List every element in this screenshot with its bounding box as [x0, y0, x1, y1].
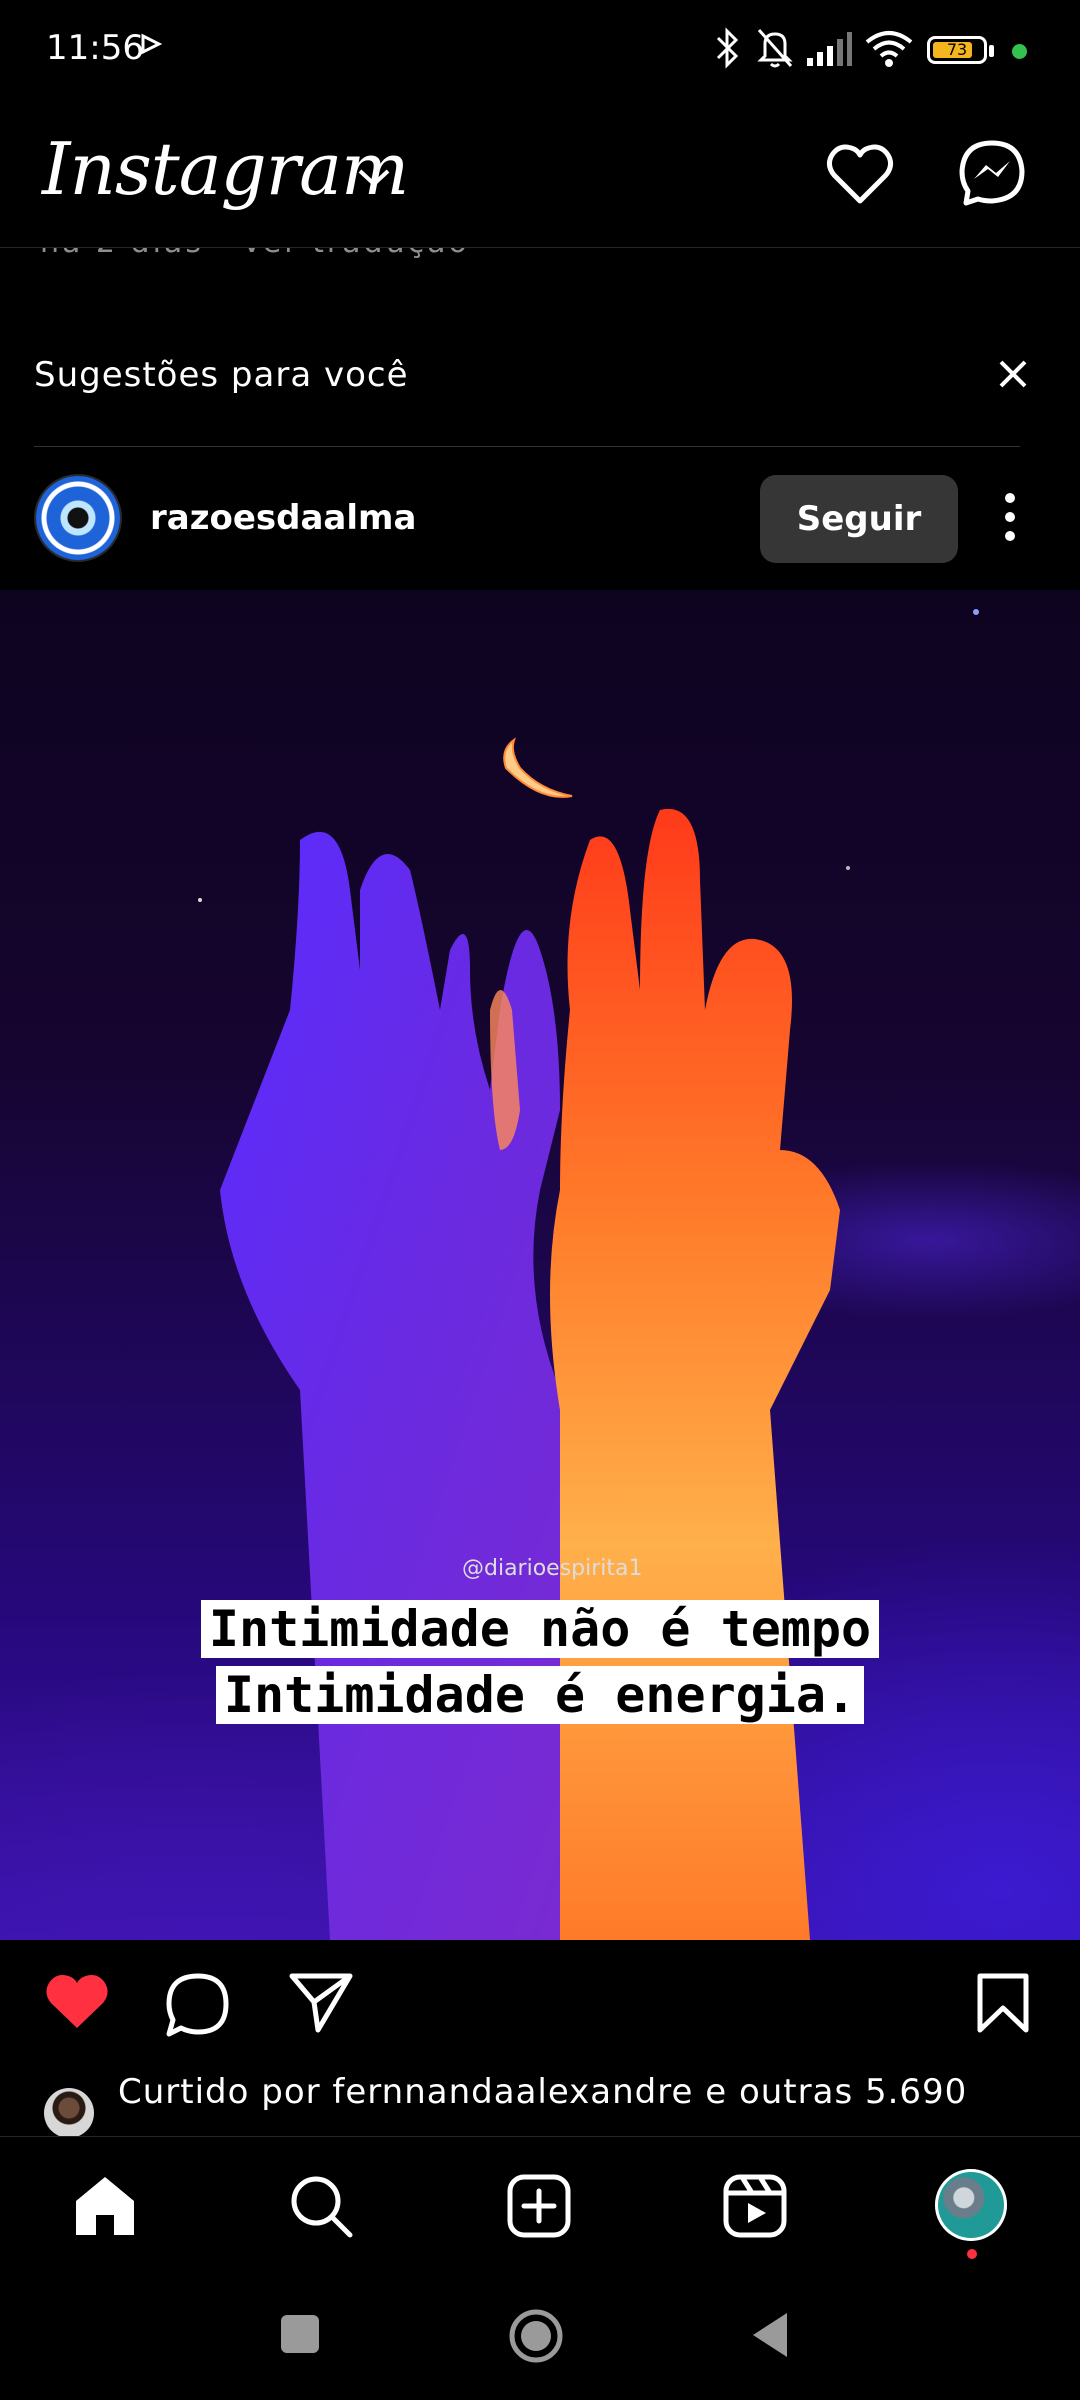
close-icon[interactable]: [997, 358, 1029, 394]
notification-dot: [967, 2249, 977, 2259]
share-button[interactable]: [288, 1972, 354, 2038]
chevron-down-icon[interactable]: [356, 165, 392, 193]
mute-icon: [755, 26, 795, 76]
divider: [34, 446, 1020, 447]
reels-icon[interactable]: [722, 2173, 788, 2243]
image-watermark: @diarioespirita1: [462, 1556, 643, 1581]
signal-icon: [805, 26, 853, 76]
more-vertical-icon[interactable]: [1004, 492, 1016, 546]
home-icon[interactable]: [72, 2173, 138, 2243]
post-image[interactable]: @diarioespirita1 Intimidade não é tempo …: [0, 590, 1080, 1940]
image-caption-line1: Intimidade não é tempo: [0, 1600, 1080, 1658]
status-time: 11:56: [46, 28, 144, 68]
warm-hand: [550, 808, 840, 1940]
privacy-indicator-dot: [1012, 44, 1027, 59]
cool-hand: [220, 831, 590, 1940]
star: [973, 609, 979, 615]
crescent-moon: [503, 737, 573, 798]
likes-text[interactable]: Curtido por fernnandaalexandre e outras …: [118, 2072, 967, 2112]
status-bar: 11:56 73: [0, 0, 1080, 105]
comment-icon: [166, 1973, 229, 2037]
liked-by-avatar[interactable]: [44, 2088, 94, 2138]
create-icon[interactable]: [506, 2173, 572, 2243]
send-icon: [289, 1973, 353, 2033]
battery-tip: [989, 45, 994, 57]
heart-icon[interactable]: [826, 141, 894, 211]
battery-level: 73: [946, 40, 968, 59]
comment-button[interactable]: [165, 1972, 231, 2042]
search-icon[interactable]: [288, 2173, 354, 2243]
profile-avatar[interactable]: [935, 2169, 1007, 2241]
heart-filled-icon: [46, 1975, 108, 2028]
recents-button[interactable]: [281, 2315, 319, 2353]
post-illustration: [198, 609, 1080, 1940]
messenger-icon[interactable]: [958, 139, 1026, 211]
follow-button[interactable]: Seguir: [760, 475, 958, 563]
image-caption-line2: Intimidade é energia.: [0, 1666, 1080, 1724]
like-button[interactable]: [44, 1972, 110, 2036]
post-avatar[interactable]: [36, 476, 120, 560]
back-button[interactable]: [749, 2310, 791, 2364]
instagram-logo[interactable]: Instagram: [42, 127, 409, 211]
wifi-icon: [864, 26, 914, 76]
post-username[interactable]: razoesdaalma: [150, 498, 416, 538]
suggestions-title: Sugestões para você: [34, 355, 409, 395]
bluetooth-icon: [712, 26, 742, 76]
bookmark-icon: [977, 1973, 1029, 2033]
cast-icon: [140, 32, 163, 62]
bottom-nav: [0, 2136, 1080, 2267]
home-button[interactable]: [508, 2308, 564, 2368]
save-button[interactable]: [976, 1972, 1030, 2038]
star: [846, 866, 850, 870]
battery-icon: 73: [927, 36, 987, 64]
star: [198, 898, 202, 902]
app-header: Instagram: [0, 105, 1080, 248]
system-nav-bar: [0, 2266, 1080, 2400]
